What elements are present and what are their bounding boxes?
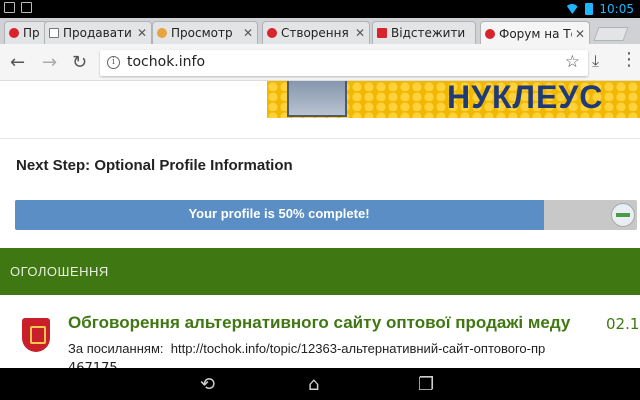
forward-arrow-icon[interactable]: → (42, 52, 57, 73)
back-arrow-icon[interactable]: ← (10, 52, 25, 73)
tab-3[interactable]: Створення ✕ (262, 21, 370, 44)
section-header[interactable]: ОГОЛОШЕННЯ (0, 248, 640, 295)
tab-favicon-icon (9, 28, 19, 38)
site-info-icon[interactable]: i (107, 56, 120, 69)
tab-2[interactable]: Просмотр ✕ (152, 21, 258, 44)
home-nav-icon[interactable]: ⌂ (308, 374, 319, 395)
phone-notification-icon (21, 2, 32, 13)
profile-step-title: Next Step: Optional Profile Information (16, 157, 293, 174)
progress-label: Your profile is 50% complete! (188, 206, 370, 221)
tab-title: Створення (281, 26, 349, 40)
tab-strip: Пр Продавати ✕ Просмотр ✕ Створення ✕ Ві… (0, 18, 640, 45)
beehive-box-image (287, 81, 347, 117)
tab-close-icon[interactable]: ✕ (137, 26, 147, 40)
topic-link-url[interactable]: http://tochok.info/topic/12363-альтернат… (171, 341, 546, 356)
new-tab-button[interactable] (593, 27, 629, 41)
tab-4[interactable]: Відстежити (372, 21, 476, 44)
profile-avatar-thumbnail[interactable] (611, 203, 635, 227)
tab-title: Форум на То (499, 26, 572, 41)
section-label: ОГОЛОШЕННЯ (10, 264, 109, 279)
tab-favicon-icon (157, 28, 167, 38)
topic-link-prefix: За посиланням: (68, 341, 164, 356)
tab-title: Продавати (63, 26, 132, 40)
banner-brand-text: НУКЛЕУС (447, 81, 604, 115)
download-icon[interactable]: ⤓ (592, 51, 599, 71)
profile-progress-bar[interactable]: Your profile is 50% complete! (15, 200, 637, 230)
divider (0, 138, 640, 139)
browser-toolbar: ← → ↻ i tochok.info ☆ ⤓ ⋮ (0, 44, 640, 81)
status-bar: 10:05 (0, 0, 640, 18)
tab-close-icon[interactable]: ✕ (243, 26, 253, 40)
advertisement-banner[interactable]: НУКЛЕУС (267, 81, 640, 118)
tab-title: Пр (23, 26, 40, 40)
topic-title-link[interactable]: Обговорення альтернативного сайту оптово… (68, 313, 570, 333)
tab-favicon-icon (49, 28, 59, 38)
gallery-notification-icon (4, 2, 15, 13)
tab-1[interactable]: Продавати ✕ (44, 21, 152, 44)
address-url[interactable]: tochok.info (127, 54, 205, 70)
tab-0[interactable]: Пр (4, 21, 48, 44)
overflow-menu-icon[interactable]: ⋮ (620, 49, 638, 70)
topic-description: За посиланням: http://tochok.info/topic/… (68, 341, 640, 356)
address-bar[interactable]: i tochok.info ☆ (100, 50, 588, 76)
wifi-icon (565, 4, 580, 14)
tab-favicon-icon (377, 28, 387, 38)
tab-title: Просмотр (171, 26, 233, 40)
recent-apps-icon[interactable]: ❐ (418, 374, 434, 395)
tab-favicon-icon (267, 28, 277, 38)
tab-close-icon[interactable]: ✕ (575, 27, 585, 41)
system-navigation-bar: ⟲ ⌂ ❐ (0, 368, 640, 400)
reload-icon[interactable]: ↻ (72, 52, 87, 73)
bookmark-star-icon[interactable]: ☆ (565, 52, 580, 72)
battery-icon (585, 3, 594, 15)
tab-close-icon[interactable]: ✕ (355, 26, 365, 40)
tab-favicon-icon (485, 28, 495, 39)
topic-date: 02.10 (606, 315, 640, 333)
forum-coat-of-arms-icon (22, 318, 50, 352)
status-clock: 10:05 (599, 2, 634, 16)
tab-5-active[interactable]: Форум на То ✕ (480, 21, 590, 45)
back-nav-icon[interactable]: ⟲ (200, 374, 215, 395)
tab-title: Відстежити (391, 26, 466, 40)
